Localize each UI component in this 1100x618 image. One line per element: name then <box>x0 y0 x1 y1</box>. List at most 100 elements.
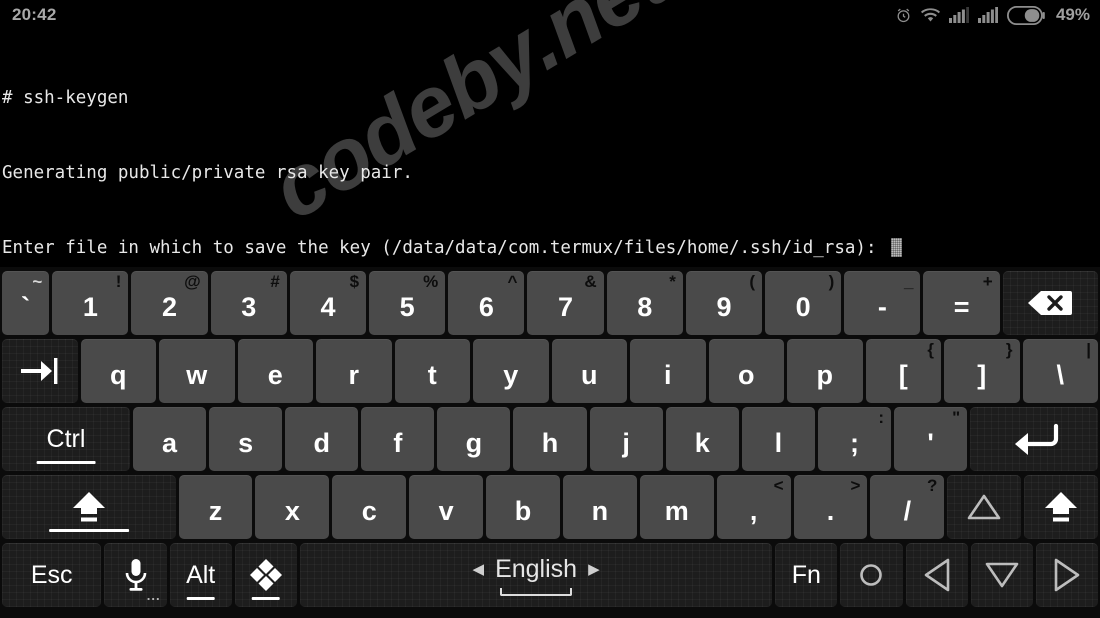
block-cursor <box>891 238 903 257</box>
key-equals[interactable]: + = <box>923 271 1000 335</box>
arrow-right-icon <box>1053 558 1081 592</box>
key-l-label: l <box>774 427 783 458</box>
key-bracket-left[interactable]: {[ <box>865 339 941 403</box>
key-space[interactable]: ◀ English ▶ <box>299 543 773 607</box>
key-r-label: r <box>348 359 359 390</box>
key-w[interactable]: w <box>159 339 235 403</box>
key-shift-left[interactable] <box>2 475 176 539</box>
key-z-label: z <box>208 495 223 526</box>
key-semicolon[interactable]: :; <box>817 407 892 471</box>
key-circle[interactable] <box>840 543 903 607</box>
key-backslash[interactable]: | \ <box>1022 339 1098 403</box>
key-r[interactable]: r <box>316 339 392 403</box>
key-slash[interactable]: ? / <box>870 475 945 539</box>
key-backtick-shift-label: ~ <box>32 272 43 291</box>
key-0[interactable]: ) 0 <box>765 271 842 335</box>
key-u[interactable]: u <box>551 339 627 403</box>
circle-icon <box>858 562 884 588</box>
key-backspace[interactable] <box>1002 271 1098 335</box>
key-minus[interactable]: _ - <box>844 271 921 335</box>
key-alt[interactable]: Alt <box>169 543 232 607</box>
key-voice-input[interactable]: ... <box>104 543 167 607</box>
key-i[interactable]: i <box>630 339 706 403</box>
key-7[interactable]: & 7 <box>527 271 604 335</box>
key-d[interactable]: d <box>285 407 359 471</box>
key-h[interactable]: h <box>513 407 587 471</box>
key-fn-label: Fn <box>791 560 821 589</box>
key-8[interactable]: * 8 <box>606 271 683 335</box>
key-l[interactable]: l <box>741 407 815 471</box>
key-3[interactable]: #3 <box>210 271 287 335</box>
function-row: Esc... Alt ◀ English ▶ Fn <box>0 541 1100 609</box>
key-o[interactable]: o <box>708 339 784 403</box>
key-a-label: a <box>161 427 177 458</box>
key-tab[interactable] <box>2 339 78 403</box>
key-s[interactable]: s <box>209 407 283 471</box>
more-options-icon[interactable]: ... <box>147 588 161 603</box>
key-comma[interactable]: <, <box>716 475 791 539</box>
key-f-label: f <box>393 427 403 458</box>
key-backtick[interactable]: ~ ` <box>2 271 50 335</box>
key-arrow-up[interactable] <box>947 475 1022 539</box>
key-bracket-left-shift-label: { <box>927 340 934 359</box>
key-quote[interactable]: " ' <box>894 407 968 471</box>
key-period-label: . <box>826 495 835 526</box>
key-v[interactable]: v <box>409 475 484 539</box>
key-bracket-right[interactable]: }] <box>944 339 1020 403</box>
key-a[interactable]: a <box>132 407 207 471</box>
key-2[interactable]: @2 <box>131 271 208 335</box>
key-c-label: c <box>361 495 377 526</box>
key-symbols-indicator <box>251 597 281 600</box>
key-c[interactable]: c <box>332 475 407 539</box>
key-ctrl[interactable]: Ctrl <box>2 407 130 471</box>
key-k[interactable]: k <box>665 407 739 471</box>
key-period[interactable]: >. <box>793 475 868 539</box>
key-m[interactable]: m <box>639 475 714 539</box>
key-symbols[interactable] <box>234 543 297 607</box>
key-t[interactable]: t <box>394 339 470 403</box>
key-4[interactable]: $4 <box>289 271 367 335</box>
key-x[interactable]: x <box>255 475 330 539</box>
key-z[interactable]: z <box>178 475 253 539</box>
key-f[interactable]: f <box>361 407 435 471</box>
key-enter[interactable] <box>970 407 1099 471</box>
key-4-shift-label: $ <box>349 272 360 291</box>
key-3-shift-label: # <box>270 272 280 291</box>
key-arrow-down[interactable] <box>970 543 1033 607</box>
terminal-output[interactable]: # ssh-keygen Generating public/private r… <box>0 30 1100 267</box>
key-slash-shift-label: ? <box>926 476 938 495</box>
key-b[interactable]: b <box>486 475 560 539</box>
key-1[interactable]: ! 1 <box>52 271 129 335</box>
key-j[interactable]: j <box>589 407 663 471</box>
microphone-icon <box>123 557 149 593</box>
language-prev-icon[interactable]: ◀ <box>473 560 485 578</box>
key-q[interactable]: q <box>80 339 156 403</box>
key-5[interactable]: % 5 <box>369 271 446 335</box>
key-p[interactable]: p <box>787 339 863 403</box>
key-esc[interactable]: Esc <box>2 543 102 607</box>
key-g[interactable]: g <box>437 407 511 471</box>
key-e[interactable]: e <box>237 339 313 403</box>
key-6[interactable]: ^ 6 <box>448 271 525 335</box>
key-arrow-left[interactable] <box>905 543 968 607</box>
key-shift-right[interactable] <box>1024 475 1099 539</box>
key-d-label: d <box>313 427 330 458</box>
key-n[interactable]: n <box>562 475 637 539</box>
language-next-icon[interactable]: ▶ <box>588 560 600 578</box>
key-comma-label: , <box>749 495 758 526</box>
key-j-label: j <box>622 427 630 458</box>
terminal-line-3: Enter file in which to save the key (/da… <box>2 236 1100 261</box>
key-fn[interactable]: Fn <box>775 543 838 607</box>
key-9[interactable]: (9 <box>685 271 763 335</box>
space-language-selector[interactable]: ◀ English ▶ <box>473 555 600 584</box>
key-arrow-right[interactable] <box>1035 543 1099 607</box>
key-slash-label: / <box>903 495 912 526</box>
key-y[interactable]: y <box>473 339 549 403</box>
key-ctrl-label: Ctrl <box>46 424 86 453</box>
terminal-prompt-text: Enter file in which to save the key (/da… <box>2 238 888 258</box>
status-icons: 49% <box>895 5 1090 25</box>
number-row: ~ `! 1 @2 #3 $4% 5 ^ 6 & 7 * 8(9) 0 _ - + = <box>0 269 1100 337</box>
on-screen-keyboard[interactable]: ~ `! 1 @2 #3 $4% 5 ^ 6 & 7 * 8(9) 0 _ - + = q w e r t y u i o p{[}]… <box>0 267 1100 618</box>
key-ctrl-indicator <box>36 461 96 464</box>
alarm-icon <box>895 7 912 24</box>
